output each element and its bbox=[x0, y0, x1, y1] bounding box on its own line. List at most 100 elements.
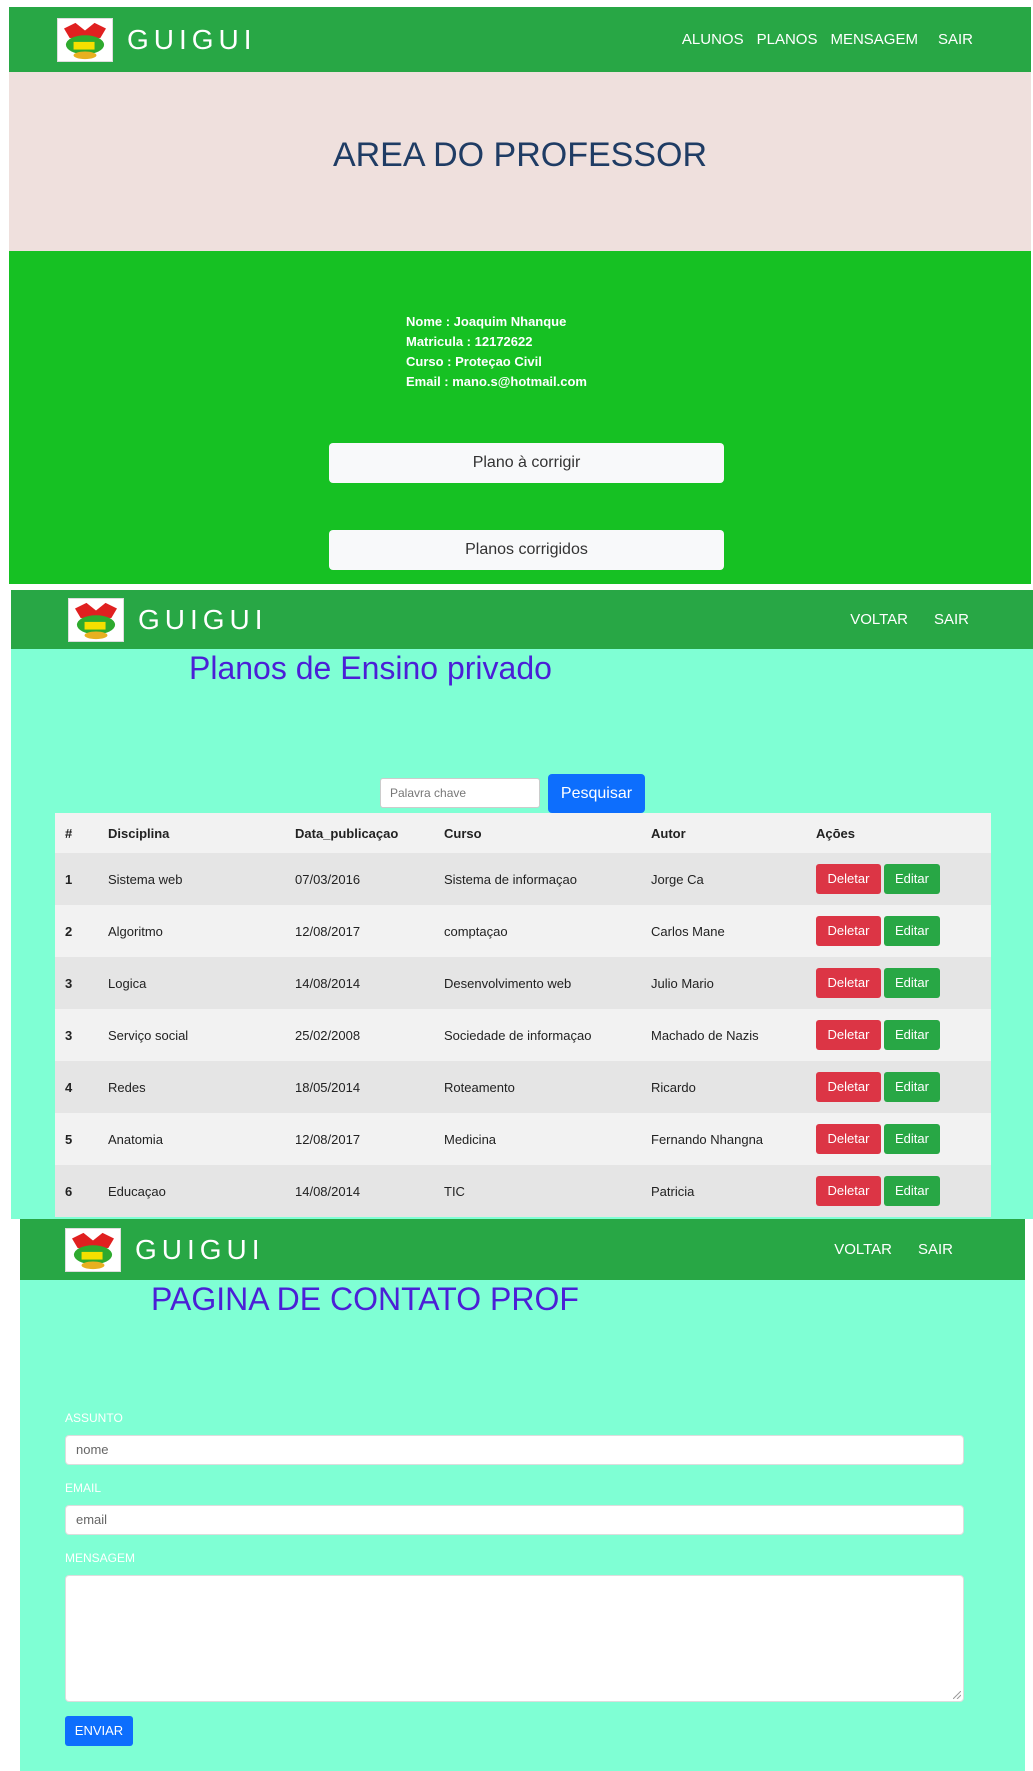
row-actions: Deletar Editar bbox=[806, 1009, 991, 1061]
profile-name: Nome : Joaquim Nhanque bbox=[406, 314, 567, 329]
delete-button[interactable]: Deletar bbox=[816, 1124, 881, 1154]
col-data: Data_publicaçao bbox=[285, 813, 434, 853]
row-disciplina: Algoritmo bbox=[108, 923, 163, 939]
nav-voltar[interactable]: VOLTAR bbox=[850, 611, 908, 628]
resize-handle-icon[interactable] bbox=[953, 1691, 961, 1699]
contact-navbar: GUIGUI VOLTAR SAIR bbox=[20, 1219, 1025, 1280]
row-autor: Carlos Mane bbox=[651, 923, 725, 939]
table-row: 3 Serviço social 25/02/2008 Sociedade de in… bbox=[55, 1009, 991, 1061]
row-actions: Deletar Editar bbox=[806, 1113, 991, 1165]
row-number: 6 bbox=[65, 1183, 73, 1199]
plans-navbar: GUIGUI VOLTAR SAIR bbox=[11, 590, 1033, 649]
row-data: 14/08/2014 bbox=[295, 975, 361, 991]
delete-button[interactable]: Deletar bbox=[816, 968, 881, 998]
table-header-row: # Disciplina Data_publicaçao Curso Autor… bbox=[55, 813, 991, 853]
table-row: 6 Educaçao 14/08/2014 TIC Patricia Deletar Edi… bbox=[55, 1165, 991, 1217]
row-actions: Deletar Editar bbox=[806, 1061, 991, 1113]
edit-button[interactable]: Editar bbox=[884, 968, 940, 998]
profile-email: Email : mano.s@hotmail.com bbox=[406, 374, 587, 389]
edit-button[interactable]: Editar bbox=[884, 1124, 940, 1154]
row-actions: Deletar Editar bbox=[806, 905, 991, 957]
col-autor: Autor bbox=[641, 813, 806, 853]
row-autor: Fernando Nhangna bbox=[651, 1131, 764, 1147]
row-data: 07/03/2016 bbox=[295, 871, 361, 887]
row-number: 4 bbox=[65, 1079, 73, 1095]
nav-sair[interactable]: SAIR bbox=[918, 1241, 953, 1258]
subject-label: ASSUNTO bbox=[65, 1411, 123, 1425]
row-curso: comptaçao bbox=[444, 923, 508, 939]
plan-to-correct-button[interactable]: Plano à corrigir bbox=[329, 443, 724, 483]
row-curso: Medicina bbox=[444, 1131, 497, 1147]
row-data: 18/05/2014 bbox=[295, 1079, 361, 1095]
row-number: 3 bbox=[65, 1027, 73, 1043]
row-curso: Roteamento bbox=[444, 1079, 515, 1095]
row-data: 12/08/2017 bbox=[295, 1131, 361, 1147]
guigui-logo[interactable] bbox=[57, 17, 113, 62]
delete-button[interactable]: Deletar bbox=[816, 1020, 881, 1050]
edit-button[interactable]: Editar bbox=[884, 916, 940, 946]
nav-sair[interactable]: SAIR bbox=[934, 611, 969, 628]
row-autor: Ricardo bbox=[651, 1079, 696, 1095]
hero-banner: AREA DO PROFESSOR bbox=[9, 72, 1031, 251]
table-row: 3 Logica 14/08/2014 Desenvolvimento web Juli… bbox=[55, 957, 991, 1009]
row-disciplina: Educaçao bbox=[108, 1183, 166, 1199]
row-data: 12/08/2017 bbox=[295, 923, 361, 939]
row-autor: Machado de Nazis bbox=[651, 1027, 759, 1043]
delete-button[interactable]: Deletar bbox=[816, 1176, 881, 1206]
nav-alunos[interactable]: ALUNOS bbox=[682, 31, 744, 48]
edit-button[interactable]: Editar bbox=[884, 864, 940, 894]
row-disciplina: Anatomia bbox=[108, 1131, 163, 1147]
delete-button[interactable]: Deletar bbox=[816, 864, 881, 894]
nav-planos[interactable]: PLANOS bbox=[757, 31, 818, 48]
nav-links: VOLTAR SAIR bbox=[808, 1241, 953, 1258]
row-curso: Sistema de informaçao bbox=[444, 871, 577, 887]
row-disciplina: Sistema web bbox=[108, 871, 183, 887]
corrected-plans-button[interactable]: Planos corrigidos bbox=[329, 530, 724, 570]
plans-title: Planos de Ensino privado bbox=[189, 650, 552, 686]
plans-table-body: 1 Sistema web 07/03/2016 Sistema de informa… bbox=[55, 853, 991, 1217]
profile-section: Nome : Joaquim Nhanque Matricula : 12172… bbox=[9, 251, 1031, 584]
row-number: 3 bbox=[65, 975, 73, 991]
subject-input[interactable]: nome bbox=[65, 1435, 964, 1465]
edit-button[interactable]: Editar bbox=[884, 1072, 940, 1102]
nav-links: VOLTAR SAIR bbox=[824, 611, 969, 628]
brand-name[interactable]: GUIGUI bbox=[127, 24, 257, 56]
delete-button[interactable]: Deletar bbox=[816, 916, 881, 946]
delete-button[interactable]: Deletar bbox=[816, 1072, 881, 1102]
search-input[interactable]: Palavra chave bbox=[380, 778, 540, 808]
row-number: 1 bbox=[65, 871, 73, 887]
contact-title: PAGINA DE CONTATO PROF bbox=[151, 1281, 579, 1317]
send-button[interactable]: ENVIAR bbox=[65, 1716, 133, 1746]
row-actions: Deletar Editar bbox=[806, 957, 991, 1009]
nav-mensagem[interactable]: MENSAGEM bbox=[830, 31, 918, 48]
col-curso: Curso bbox=[434, 813, 641, 853]
email-input[interactable]: email bbox=[65, 1505, 964, 1535]
row-disciplina: Serviço social bbox=[108, 1027, 189, 1043]
profile-info: Nome : Joaquim Nhanque Matricula : 12172… bbox=[406, 312, 587, 392]
row-disciplina: Logica bbox=[108, 975, 147, 991]
col-number: # bbox=[55, 813, 98, 853]
row-actions: Deletar Editar bbox=[806, 1165, 991, 1217]
guigui-logo[interactable] bbox=[65, 1227, 121, 1272]
top-navbar: GUIGUI ALUNOS PLANOS MENSAGEM SAIR bbox=[9, 7, 1031, 72]
nav-sair[interactable]: SAIR bbox=[938, 31, 973, 48]
table-row: 1 Sistema web 07/03/2016 Sistema de informa… bbox=[55, 853, 991, 905]
row-actions: Deletar Editar bbox=[806, 853, 991, 905]
table-row: 5 Anatomia 12/08/2017 Medicina Fernando Nhan… bbox=[55, 1113, 991, 1165]
edit-button[interactable]: Editar bbox=[884, 1176, 940, 1206]
plans-section: Planos de Ensino privado Palavra chave P… bbox=[11, 649, 1033, 1219]
message-textarea[interactable] bbox=[65, 1575, 964, 1702]
search-button[interactable]: Pesquisar bbox=[548, 774, 645, 813]
table-row: 2 Algoritmo 12/08/2017 comptaçao Carlos Mane… bbox=[55, 905, 991, 957]
page-title: AREA DO PROFESSOR bbox=[332, 136, 708, 174]
row-autor: Jorge Ca bbox=[651, 871, 704, 887]
brand-name[interactable]: GUIGUI bbox=[135, 1234, 265, 1266]
guigui-logo[interactable] bbox=[68, 597, 124, 642]
row-curso: Desenvolvimento web bbox=[444, 975, 572, 991]
col-acoes: Açōes bbox=[806, 813, 991, 853]
profile-matricula: Matricula : 12172622 bbox=[406, 334, 533, 349]
row-autor: Julio Mario bbox=[651, 975, 714, 991]
nav-voltar[interactable]: VOLTAR bbox=[834, 1241, 892, 1258]
edit-button[interactable]: Editar bbox=[884, 1020, 940, 1050]
brand-name[interactable]: GUIGUI bbox=[138, 604, 268, 636]
